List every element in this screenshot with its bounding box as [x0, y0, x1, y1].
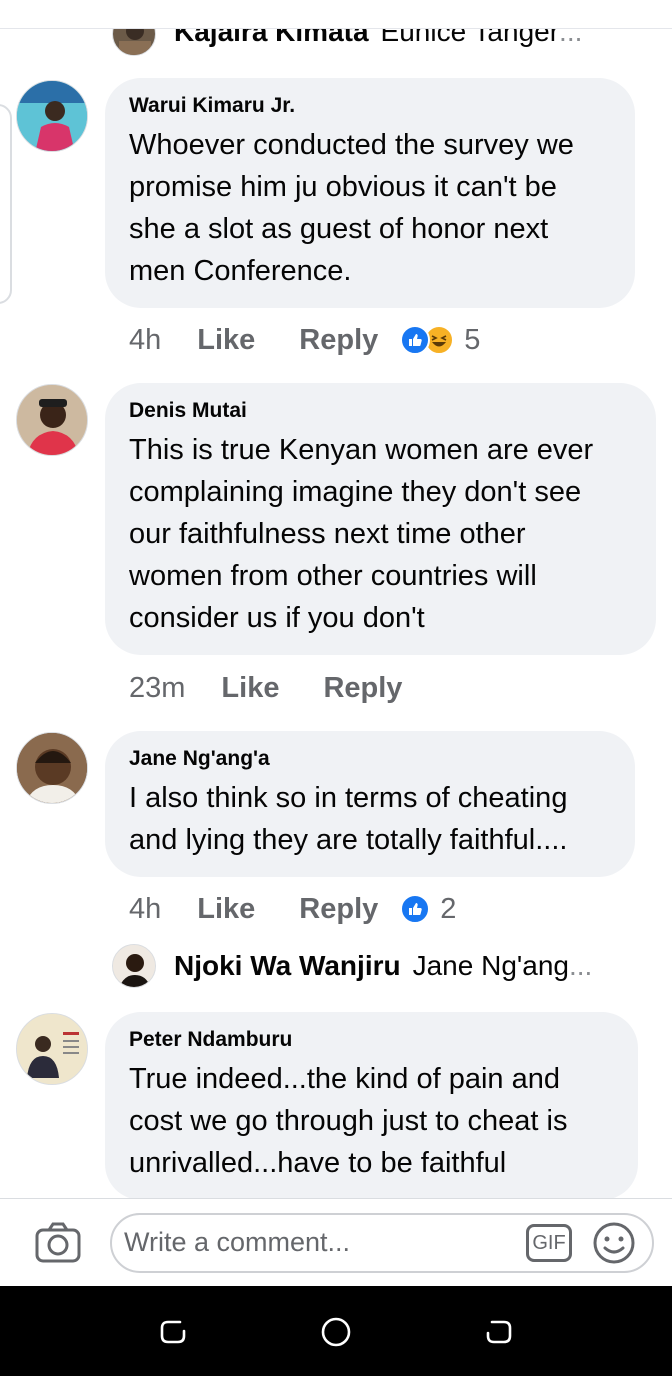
- comment-line: True indeed...the kind of pain and: [129, 1063, 561, 1095]
- comment-line: This is true Kenyan women are ever: [129, 434, 594, 466]
- recent-apps-icon[interactable]: [158, 1317, 188, 1347]
- comment-timestamp[interactable]: 23m: [129, 672, 185, 705]
- avatar-jane[interactable]: [16, 732, 88, 804]
- comment-line: and lying they are totally faithful....: [129, 824, 568, 856]
- comment-author[interactable]: Denis Mutai: [129, 397, 634, 425]
- reactions-summary[interactable]: 2: [400, 893, 456, 926]
- comment-actions: 4h Like Reply 5: [129, 320, 480, 360]
- like-reaction-icon: [400, 894, 431, 924]
- left-edge-panel: [0, 104, 12, 304]
- comment-line: men Conference.: [129, 255, 352, 287]
- comment-placeholder: Write a comment...: [124, 1227, 351, 1257]
- comment-text: This is true Kenyan women are ever compl…: [129, 429, 634, 639]
- reply-author[interactable]: Njoki Wa Wanjiru: [174, 950, 401, 982]
- reactions-summary[interactable]: 5: [400, 324, 480, 357]
- comment-author[interactable]: Jane Ng'ang'a: [129, 745, 613, 773]
- comment-text: Whoever conducted the survey we promise …: [129, 124, 613, 292]
- comment-bubble[interactable]: Jane Ng'ang'a I also think so in terms o…: [105, 731, 635, 877]
- comment-line: consider us if you don't: [129, 602, 425, 634]
- comment-line: unrivalled...have to be faithful: [129, 1147, 507, 1179]
- comment-line: I also think so in terms of cheating: [129, 782, 568, 814]
- top-cover: [0, 0, 672, 28]
- reply-button[interactable]: Reply: [299, 324, 378, 357]
- camera-icon[interactable]: [34, 1221, 82, 1265]
- comment-author[interactable]: Warui Kimaru Jr.: [129, 92, 613, 120]
- reply-button[interactable]: Reply: [323, 672, 402, 705]
- avatar-peter[interactable]: [16, 1013, 88, 1085]
- comment-line: she a slot as guest of honor next: [129, 213, 549, 245]
- reaction-count: 5: [464, 323, 481, 356]
- gif-label: GIF: [532, 1231, 566, 1254]
- comment-input[interactable]: Write a comment... GIF: [110, 1213, 654, 1273]
- like-button[interactable]: Like: [221, 672, 279, 705]
- comment-timestamp[interactable]: 4h: [129, 324, 161, 357]
- comment-line: women from other countries will: [129, 560, 537, 592]
- top-divider: [0, 28, 672, 29]
- avatar-njoki[interactable]: [112, 944, 156, 988]
- reply-preview-njoki[interactable]: Njoki Wa Wanjiru Jane Ng'ang...: [174, 950, 592, 982]
- comment-actions: 23m Like Reply: [129, 668, 424, 708]
- emoji-icon[interactable]: [592, 1221, 636, 1265]
- home-icon[interactable]: [320, 1316, 352, 1348]
- comment-line: cost we go through just to cheat is: [129, 1105, 568, 1137]
- comment-author[interactable]: Peter Ndamburu: [129, 1026, 616, 1054]
- reaction-count: 2: [440, 892, 457, 925]
- back-icon[interactable]: [484, 1317, 514, 1347]
- comment-bubble[interactable]: Denis Mutai This is true Kenyan women ar…: [105, 383, 656, 655]
- comment-composer: Write a comment... GIF: [0, 1198, 672, 1286]
- comment-bubble[interactable]: Warui Kimaru Jr. Whoever conducted the s…: [105, 78, 635, 308]
- comment-text: True indeed...the kind of pain and cost …: [129, 1058, 616, 1184]
- comment-bubble[interactable]: Peter Ndamburu True indeed...the kind of…: [105, 1012, 638, 1200]
- reply-text: Jane Ng'ang: [412, 950, 569, 981]
- like-button[interactable]: Like: [197, 324, 255, 357]
- comment-line: complaining imagine they don't see: [129, 476, 582, 508]
- comment-timestamp[interactable]: 4h: [129, 893, 161, 926]
- reply-button[interactable]: Reply: [299, 893, 378, 926]
- like-button[interactable]: Like: [197, 893, 255, 926]
- system-navigation-bar: [0, 1286, 672, 1376]
- comment-actions: 4h Like Reply 2: [129, 889, 456, 929]
- gif-icon[interactable]: GIF: [526, 1224, 572, 1262]
- reply-ellipsis: ...: [568, 950, 593, 981]
- avatar-warui[interactable]: [16, 80, 88, 152]
- comment-line: promise him ju obvious it can't be: [129, 171, 557, 203]
- comment-line: Whoever conducted the survey we: [129, 129, 574, 161]
- comment-text: I also think so in terms of cheating and…: [129, 777, 613, 861]
- avatar-denis[interactable]: [16, 384, 88, 456]
- comment-line: our faithfulness next time other: [129, 518, 526, 550]
